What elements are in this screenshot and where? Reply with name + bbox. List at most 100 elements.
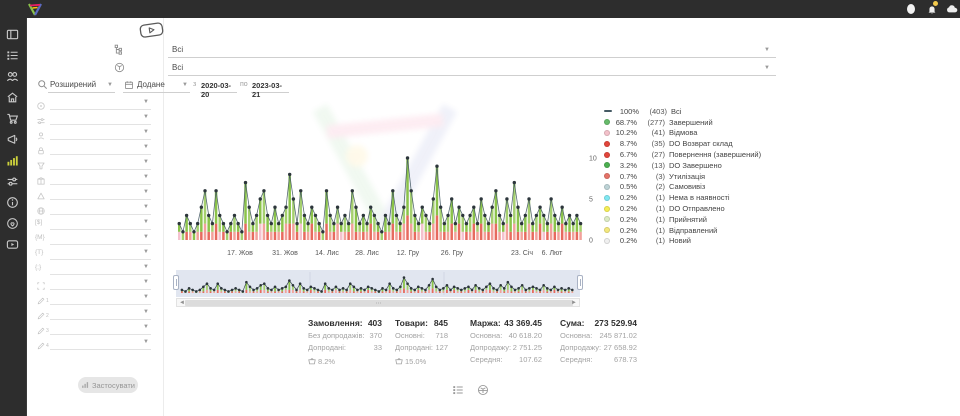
scrollbar-grip-icon: ⋯ [376, 301, 383, 307]
filter-select-row: [$]▼ [26, 216, 163, 231]
sidebar-item-info[interactable] [6, 196, 20, 209]
navigator-left-handle[interactable] [173, 275, 179, 290]
bracket-semicolon-icon: {;} [35, 264, 41, 271]
scroll-right-arrow-icon[interactable]: ► [571, 299, 577, 307]
sidebar-item-customers[interactable] [6, 70, 20, 83]
filter-select-field[interactable]: ▼ [50, 126, 151, 140]
sidebar-item-cart[interactable] [6, 112, 20, 125]
orders-chart: 051017. Жов31. Жов14. Лис28. Лис12. Гру2… [165, 98, 605, 265]
search-mode-select[interactable]: Розширений ▼ [48, 78, 115, 93]
filter-select-field[interactable]: ▼ [50, 216, 151, 230]
filter-select-field[interactable]: ▼ [50, 246, 151, 260]
chart-scrollbar[interactable]: ◄ ⋯ ► [176, 298, 580, 307]
summary-globe-icon[interactable] [477, 384, 489, 396]
pencil-number-label: 4 [46, 343, 49, 349]
filter-select-field[interactable]: ▼ [50, 306, 151, 320]
legend-item[interactable]: 8.7%(35)DO Возврат склад [604, 138, 794, 149]
apply-button-label: Застосувати [92, 381, 135, 390]
legend-count: (41) [640, 128, 665, 137]
dashboard-icon [6, 28, 19, 41]
filter-select-row: {;} ▼ [26, 261, 163, 276]
legend-item[interactable]: 0.2%(1)Відправлений [604, 225, 794, 236]
filter-select-field[interactable]: ▼ [50, 186, 151, 200]
filter-select-field[interactable]: ▼ [50, 96, 151, 110]
legend-percent: 0.2% [613, 236, 637, 245]
filter-select-row: ▼ [26, 276, 163, 291]
filter-select-field[interactable]: ▼ [50, 321, 151, 335]
filter-select-field[interactable]: ▼ [50, 291, 151, 305]
brand-logo-icon[interactable] [27, 2, 43, 17]
info-icon [6, 196, 19, 209]
main-sidebar [0, 18, 27, 416]
sidebar-item-analytics[interactable] [6, 154, 20, 167]
bracket-t-icon: {T} [35, 249, 43, 256]
filter-select-field[interactable]: ▼ [50, 261, 151, 275]
svg-text:6. Лют: 6. Лют [542, 250, 563, 257]
legend-item[interactable]: 0.2%(1)DO Отправлено [604, 203, 794, 214]
chart-legend: 100%(403)Всі68.7%(277)Завершений10.2%(41… [604, 106, 794, 246]
stats-sub-value: 370 [369, 331, 382, 343]
legend-item[interactable]: 100%(403)Всі [604, 106, 794, 117]
alerts-cloud-icon[interactable] [946, 3, 958, 15]
legend-item[interactable]: 68.7%(277)Завершений [604, 117, 794, 128]
product-filter-select[interactable]: Всі ▼ [168, 60, 776, 76]
legend-item[interactable]: 0.2%(1)Прийнятий [604, 214, 794, 225]
navigator-right-handle[interactable] [577, 275, 583, 290]
chevron-down-icon: ▼ [143, 204, 149, 210]
stats-sub-value: 678.73 [614, 355, 637, 367]
filter-select-field[interactable]: ▼ [50, 231, 151, 245]
basket-icon [308, 357, 316, 365]
apply-filters-button[interactable]: Застосувати [78, 377, 138, 393]
summary-list-icon[interactable] [452, 384, 464, 396]
filter-select-row: {T} ▼ [26, 246, 163, 261]
sidebar-item-dashboard[interactable] [6, 28, 20, 41]
date-from-input[interactable]: 2020-03-20 [200, 78, 237, 93]
filter-select-field[interactable]: ▼ [50, 171, 151, 185]
sidebar-item-announcements[interactable] [6, 133, 20, 146]
chevron-down-icon: ▼ [143, 294, 149, 300]
filter-select-field[interactable]: ▼ [50, 336, 151, 350]
legend-label: Самовивіз [669, 182, 705, 191]
manager-user-icon [36, 131, 46, 141]
filter-select-field[interactable]: ▼ [50, 201, 151, 215]
legend-item[interactable]: 10.2%(41)Відмова [604, 128, 794, 139]
package-icon [36, 176, 46, 186]
legend-count: (27) [640, 150, 665, 159]
source-filter-select[interactable]: Всі ▼ [168, 42, 776, 58]
sidebar-item-settings[interactable] [6, 175, 20, 188]
legend-marker-icon [604, 152, 610, 158]
sidebar-item-store[interactable] [6, 91, 20, 104]
date-to-label: по [240, 81, 248, 88]
filter-select-field[interactable]: ▼ [50, 156, 151, 170]
triangle-icon [36, 188, 47, 199]
chevron-down-icon: ▼ [143, 264, 149, 270]
legend-percent: 0.2% [613, 204, 637, 213]
user-avatar[interactable] [907, 4, 915, 14]
sidebar-item-orders[interactable] [6, 49, 20, 62]
legend-item[interactable]: 0.5%(2)Самовивіз [604, 182, 794, 193]
legend-item[interactable]: 0.2%(1)Новий [604, 236, 794, 247]
filter-select-field[interactable]: ▼ [50, 276, 151, 290]
sidebar-item-video[interactable] [6, 238, 20, 251]
chart-navigator[interactable] [176, 270, 580, 297]
legend-item[interactable]: 0.2%(1)Нема в наявності [604, 192, 794, 203]
chevron-down-icon: ▼ [143, 339, 149, 345]
scrollbar-thumb[interactable]: ⋯ [185, 300, 573, 306]
date-to-input[interactable]: 2023-03-21 [251, 78, 289, 93]
legend-label: Всі [671, 107, 681, 116]
video-tag-icon[interactable] [138, 20, 166, 39]
filter-select-field[interactable]: ▼ [50, 111, 151, 125]
date-field-select[interactable]: Додане ▼ [123, 78, 190, 93]
legend-item[interactable]: 0.7%(3)Утилізація [604, 171, 794, 182]
pencil-icon [36, 296, 46, 306]
stats-sub-label: Допродані: [308, 343, 346, 355]
stats-value: 845 [434, 318, 448, 331]
legend-item[interactable]: 6.7%(27)Повернення (завершений) [604, 149, 794, 160]
legend-item[interactable]: 3.2%(13)DO Завершено [604, 160, 794, 171]
stats-column: Маржа:43 369.45Основна:40 618.20Допродаж… [470, 318, 542, 367]
legend-count: (277) [640, 118, 665, 127]
product-filter-value: Всі [172, 63, 183, 72]
filter-select-row: 2▼ [26, 306, 163, 321]
sidebar-item-support[interactable] [6, 217, 20, 230]
filter-select-field[interactable]: ▼ [50, 141, 151, 155]
